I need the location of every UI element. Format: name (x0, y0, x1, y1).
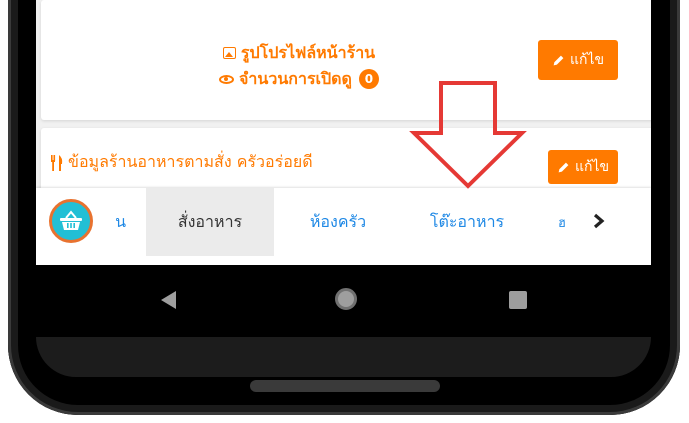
tab-kitchen-label: ห้องครัว (309, 211, 367, 231)
tab-order[interactable]: สั่งอาหาร (146, 188, 274, 256)
pencil-icon (553, 55, 564, 65)
restaurant-info-label: ข้อมูลร้านอาหารตามสั่ง ครัวอร่อยดี (68, 152, 313, 171)
eye-icon (219, 74, 235, 84)
home-icon[interactable] (335, 288, 357, 310)
bottom-tab-bar: น สั่งอาหาร ห้องครัว โต๊ะอาหาร ฮ (36, 188, 651, 265)
views-row: จำนวนการเปิดดู 0 (199, 66, 399, 92)
tab-more-label: ฮ (558, 215, 566, 231)
tab-table-label: โต๊ะอาหาร (429, 211, 505, 231)
tab-kitchen[interactable]: ห้องครัว (274, 188, 402, 256)
views-label: จำนวนการเปิดดู (239, 69, 352, 88)
chevron-right-icon (593, 213, 605, 229)
tab-home-label: น (115, 211, 126, 231)
basket-icon (60, 210, 82, 230)
edit-restaurant-button[interactable]: แก้ไข (548, 150, 618, 184)
fork-knife-icon (51, 154, 63, 171)
tab-more[interactable]: ฮ (532, 188, 592, 256)
restaurant-info-title: ข้อมูลร้านอาหารตามสั่ง ครัวอร่อยดี (50, 150, 313, 175)
profile-card-text: รูปโปรไฟล์หน้าร้าน จำนวนการเปิดดู 0 (199, 40, 399, 92)
edit-profile-button[interactable]: แก้ไข (538, 40, 618, 80)
phone-speaker (250, 380, 440, 392)
image-icon (222, 47, 236, 59)
edit-profile-label: แก้ไข (569, 52, 605, 68)
basket-button[interactable] (49, 199, 93, 243)
back-icon[interactable] (161, 291, 176, 309)
profile-card: รูปโปรไฟล์หน้าร้าน จำนวนการเปิดดู 0 แก้ไ… (41, 0, 651, 120)
edit-restaurant-label: แก้ไข (574, 159, 610, 175)
views-count-badge: 0 (358, 69, 379, 89)
phone-bezel (36, 337, 651, 377)
pencil-icon (558, 162, 569, 172)
recents-icon[interactable] (509, 291, 527, 309)
photo-link-row[interactable]: รูปโปรไฟล์หน้าร้าน (199, 40, 399, 66)
tab-table[interactable]: โต๊ะอาหาร (402, 188, 532, 256)
tab-order-label: สั่งอาหาร (177, 211, 243, 231)
app-screen: รูปโปรไฟล์หน้าร้าน จำนวนการเปิดดู 0 แก้ไ… (36, 0, 651, 265)
photo-link-label[interactable]: รูปโปรไฟล์หน้าร้าน (241, 40, 375, 66)
tab-scroll-next-button[interactable] (584, 206, 614, 236)
android-nav-bar (36, 265, 651, 337)
